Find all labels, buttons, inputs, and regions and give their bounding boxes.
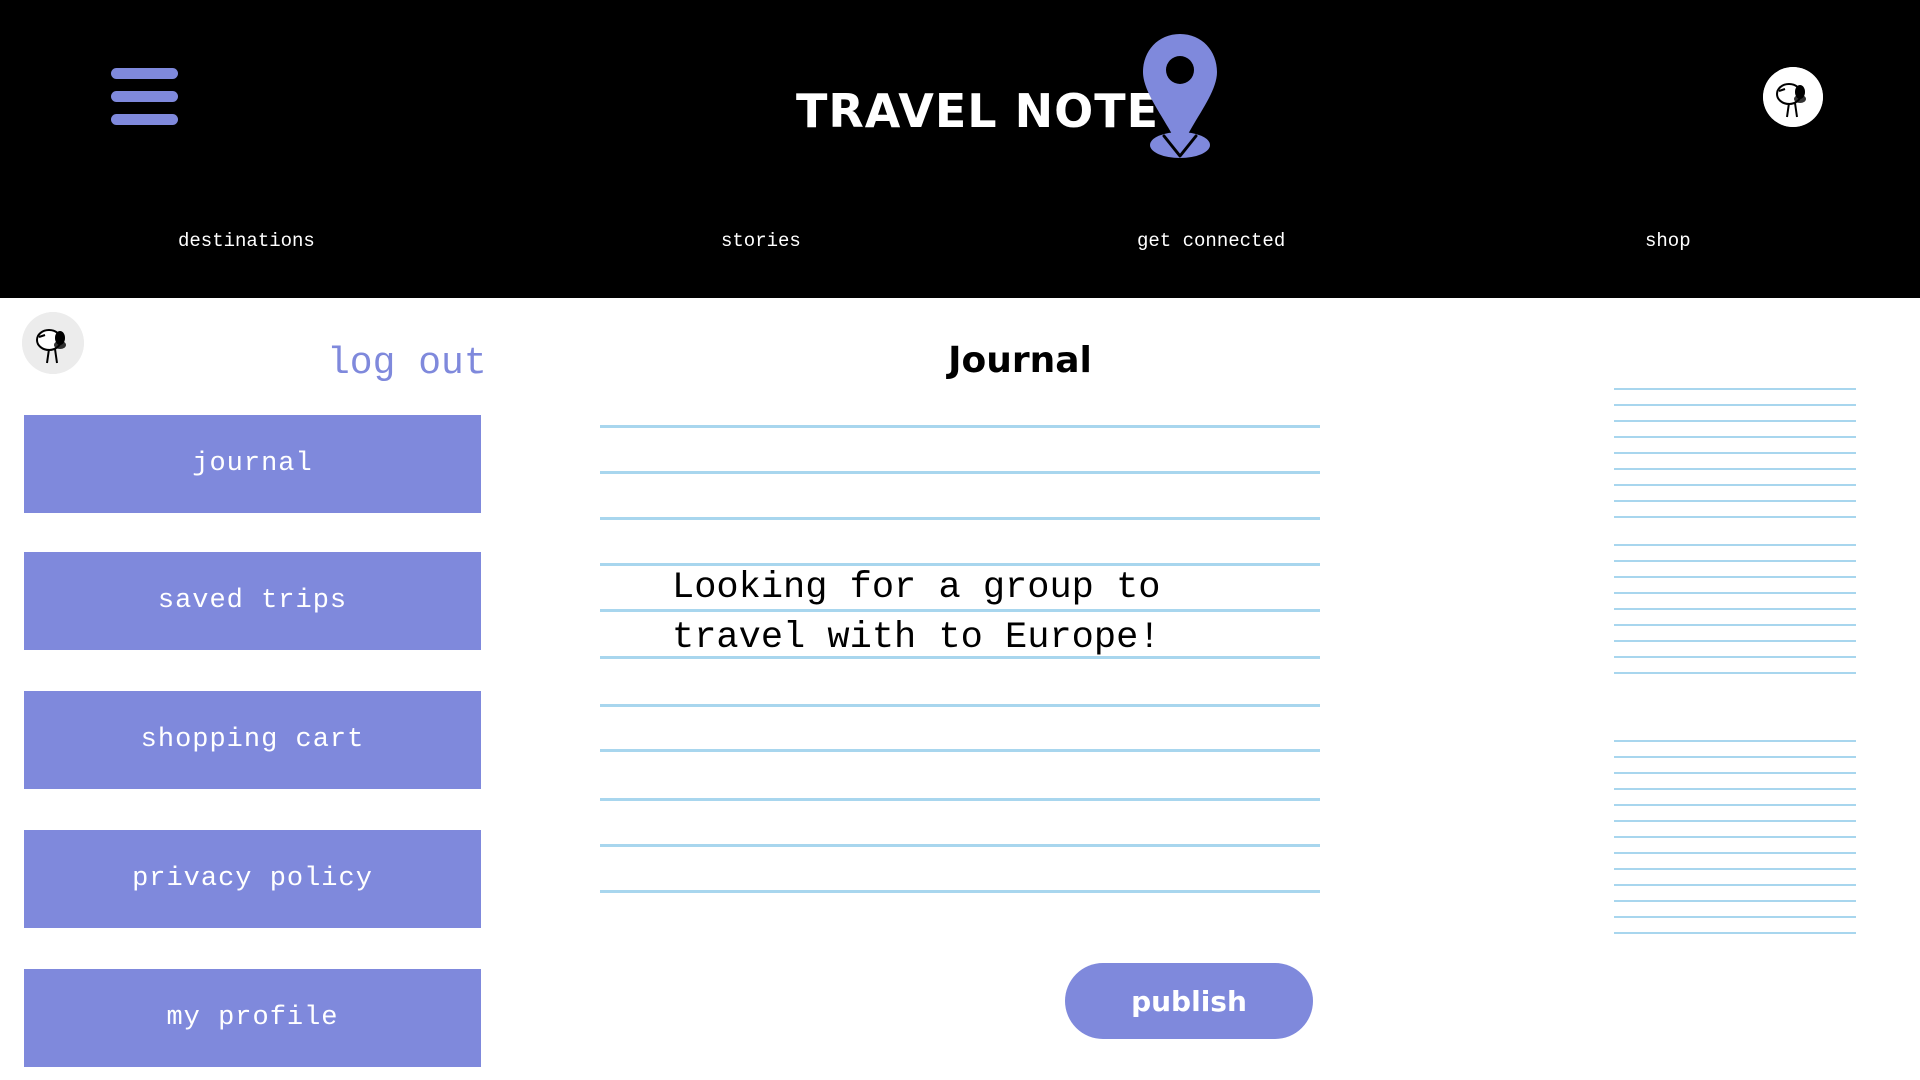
sidebar-item-saved-trips[interactable]: saved trips bbox=[24, 552, 481, 650]
nav-link-get-connected[interactable]: get connected bbox=[1137, 230, 1285, 252]
map-pin-icon bbox=[1143, 34, 1217, 158]
top-header: TRAVEL NOTE destinations stories get con… bbox=[0, 0, 1920, 298]
logout-link[interactable]: log out bbox=[327, 342, 487, 385]
hamburger-menu-icon[interactable] bbox=[111, 68, 178, 125]
nav-link-destinations[interactable]: destinations bbox=[178, 230, 315, 252]
journal-title: Journal bbox=[948, 340, 1092, 381]
sidebar-item-privacy-policy[interactable]: privacy policy bbox=[24, 830, 481, 928]
decorative-lined-paper bbox=[1614, 388, 1856, 936]
journal-entry-text[interactable]: Looking for a group to travel with to Eu… bbox=[672, 563, 1232, 663]
nav-link-shop[interactable]: shop bbox=[1645, 230, 1691, 252]
nav-link-stories[interactable]: stories bbox=[721, 230, 801, 252]
sidebar-item-shopping-cart[interactable]: shopping cart bbox=[24, 691, 481, 789]
sidebar-item-journal[interactable]: journal bbox=[24, 415, 481, 513]
user-avatar-icon[interactable] bbox=[22, 312, 84, 374]
user-avatar-icon[interactable] bbox=[1763, 67, 1823, 127]
brand-title: TRAVEL NOTE bbox=[796, 84, 1160, 138]
sidebar-item-my-profile[interactable]: my profile bbox=[24, 969, 481, 1067]
publish-button[interactable]: publish bbox=[1065, 963, 1313, 1039]
